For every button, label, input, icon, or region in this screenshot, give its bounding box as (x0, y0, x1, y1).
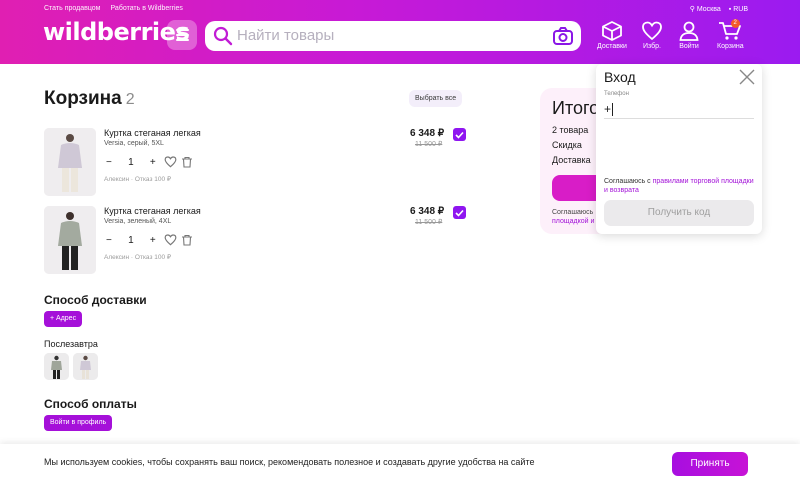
cart-badge: 2 (730, 19, 740, 28)
cart-item: Куртка стеганая легкая Versia, зеленый, … (44, 206, 474, 276)
minus-button[interactable]: − (106, 157, 112, 168)
close-icon[interactable] (739, 69, 755, 90)
menu-button[interactable] (167, 20, 197, 50)
delivery-day: Послезавтра (44, 339, 98, 349)
product-name[interactable]: Куртка стеганая легкая (104, 206, 201, 216)
delivery-title: Способ доставки (44, 293, 147, 307)
quantity-stepper: − 1 + (106, 156, 193, 168)
search-box[interactable]: Найти товары (205, 21, 581, 51)
item-checkbox[interactable] (453, 206, 466, 219)
quantity-value: 1 (128, 156, 134, 168)
terms-text: Соглашаюсь с правилами торговой площадки… (604, 178, 754, 194)
box-icon (602, 21, 622, 41)
quantity-stepper: − 1 + (106, 234, 193, 246)
work-link[interactable]: Работать в Wildberries (110, 5, 182, 12)
cookie-text: Мы используем cookies, чтобы сохранять в… (44, 457, 535, 467)
product-meta: Versia, зеленый, 4XL (104, 218, 172, 225)
get-code-button[interactable]: Получить код (604, 200, 754, 226)
old-price: 11 500 ₽ (415, 219, 443, 226)
price: 6 348 ₽ (410, 206, 445, 217)
currency-selector[interactable]: ▪ RUB (729, 6, 748, 13)
search-icon (213, 26, 233, 51)
quantity-value: 1 (128, 234, 134, 246)
trash-icon[interactable] (181, 234, 193, 246)
top-links: Стать продавцом Работать в Wildberries (44, 5, 183, 12)
delivery-thumb (44, 353, 69, 380)
plus-button[interactable]: + (150, 235, 156, 246)
nav-deliveries[interactable]: Доставки (597, 21, 627, 50)
product-name[interactable]: Куртка стеганая легкая (104, 128, 201, 138)
check-icon (455, 131, 464, 139)
payment-title: Способ оплаты (44, 397, 137, 411)
summary-title: Итого (552, 98, 600, 118)
add-address-button[interactable]: + Адрес (44, 311, 83, 327)
summary-row: Доставка (552, 155, 591, 165)
flag-icon: ▪ (728, 5, 732, 13)
summary-row: Скидка (552, 140, 582, 150)
nav-login[interactable]: Войти (678, 21, 700, 50)
old-price: 11 500 ₽ (415, 141, 443, 148)
seller-info: Алексин · Отказ 100 ₽ (104, 176, 172, 183)
product-meta: Versia, серый, 5XL (104, 140, 164, 147)
item-checkbox[interactable] (453, 128, 466, 141)
location-selector[interactable]: ⚲ Москва (690, 5, 721, 13)
delivery-thumb (73, 353, 98, 380)
product-image[interactable] (44, 206, 96, 274)
phone-label: Телефон (604, 91, 629, 97)
phone-input[interactable]: + (604, 102, 754, 119)
heart-icon[interactable] (164, 234, 177, 246)
summary-terms-link[interactable]: площадкой и (552, 218, 594, 225)
search-input[interactable]: Найти товары (237, 27, 334, 44)
summary-row: 2 товара (552, 125, 589, 135)
heart-icon (642, 21, 662, 41)
price: 6 348 ₽ (410, 128, 445, 139)
become-seller-link[interactable]: Стать продавцом (44, 5, 100, 12)
cookie-banner: Мы используем cookies, чтобы сохранять в… (0, 444, 800, 480)
login-title: Вход (604, 69, 636, 85)
top-right: ⚲ Москва ▪ RUB (690, 5, 748, 14)
summary-terms: Соглашаюсь площадкой и (552, 209, 595, 225)
minus-button[interactable]: − (106, 235, 112, 246)
plus-button[interactable]: + (150, 157, 156, 168)
cart-count: 2 (125, 91, 135, 108)
heart-icon[interactable] (164, 156, 177, 168)
camera-icon[interactable] (552, 26, 574, 51)
pin-icon: ⚲ (689, 6, 695, 13)
login-popup: Вход Телефон + Соглашаюсь с правилами то… (596, 64, 762, 234)
header: Стать продавцом Работать в Wildberries ⚲… (0, 0, 800, 64)
nav-cart[interactable]: 2 Корзина (717, 19, 744, 50)
user-icon (679, 21, 699, 41)
page-title: Корзина 2 (44, 88, 135, 109)
cart-item: Куртка стеганая легкая Versia, серый, 5X… (44, 128, 474, 198)
login-profile-button[interactable]: Войти в профиль (44, 415, 113, 431)
select-all-button[interactable]: Выбрать все (409, 90, 463, 107)
check-icon (455, 209, 464, 217)
trash-icon[interactable] (181, 156, 193, 168)
seller-info: Алексин · Отказ 100 ₽ (104, 254, 172, 261)
nav-favorites[interactable]: Избр. (641, 21, 663, 50)
product-image[interactable] (44, 128, 96, 196)
accept-cookies-button[interactable]: Принять (672, 452, 748, 476)
